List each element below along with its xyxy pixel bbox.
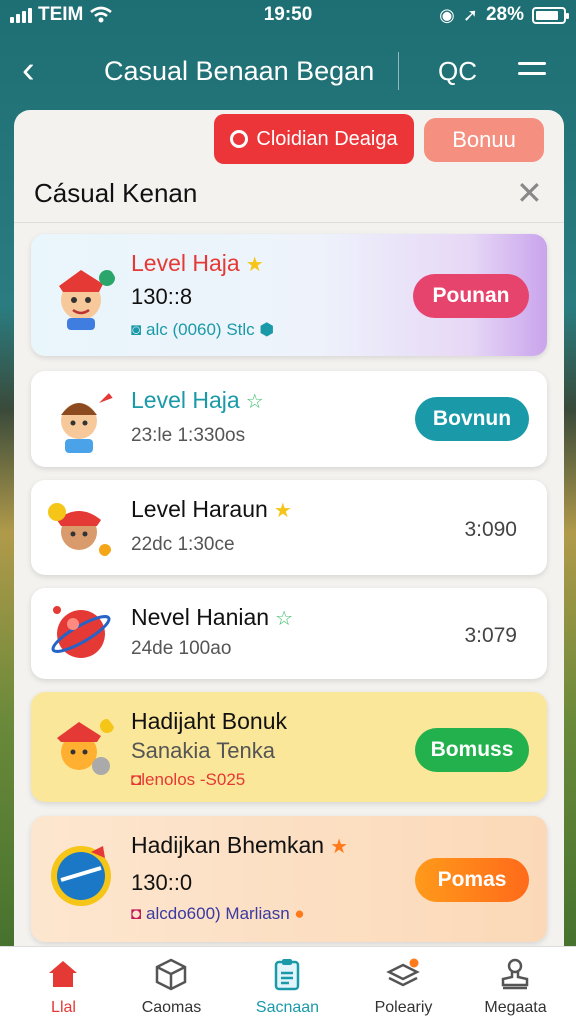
- menu-icon[interactable]: [518, 62, 546, 82]
- clipboard-icon: [274, 959, 300, 991]
- card-title: Level Haja ★: [131, 250, 264, 276]
- list-item[interactable]: Level Haja ★ 130::8 ◙ alc (0060) Stlc ⬢ P…: [31, 234, 547, 356]
- battery-icon: [532, 6, 569, 24]
- pomas-button[interactable]: Pomas: [415, 858, 529, 902]
- star-icon: ☆: [245, 391, 264, 413]
- bovnun-button[interactable]: Bovnun: [415, 397, 529, 441]
- coin-icon: ●: [294, 904, 305, 923]
- character-avatar-icon: [61, 391, 115, 453]
- tab-label: Sacnaan: [255, 999, 320, 1016]
- card-subtitle: 130::8: [131, 284, 193, 309]
- ball-icon: [51, 606, 111, 658]
- tab-home[interactable]: Llal: [6, 947, 121, 1024]
- sheet-title: Cásual Kenan: [34, 178, 198, 208]
- star-icon: ★: [245, 254, 264, 276]
- card-value: 3:079: [464, 624, 517, 647]
- star-icon: ★: [330, 836, 348, 858]
- battery-percent: 28%: [485, 4, 524, 25]
- character-avatar-icon: [48, 503, 111, 556]
- card-subtitle: 22dc 1:30ce: [131, 534, 235, 555]
- card-meta: ◙ alc (0060) Stlc ⬢: [131, 320, 275, 339]
- list-item[interactable]: Level Haraun ★ 22dc 1:30ce 3:090: [31, 480, 547, 575]
- tab-poleariy[interactable]: Poleariy: [346, 947, 461, 1024]
- character-avatar-icon: [59, 270, 115, 330]
- tab-label: Caomas: [141, 999, 202, 1016]
- nav-divider: [398, 52, 399, 90]
- bonus-tab-button[interactable]: Bonuu: [424, 118, 544, 162]
- tab-label: Poleariy: [374, 999, 433, 1016]
- alarm-icon: ◉: [439, 4, 455, 25]
- stamp-icon: [501, 958, 529, 990]
- qc-button[interactable]: QC: [438, 56, 477, 87]
- nav-bar: ‹ Casual Benaan Began QC: [0, 40, 576, 104]
- status-bar: TEIM 19:50 ◉ ➚ 28%: [0, 0, 576, 32]
- card-title: Hadijkan Bhemkan ★: [131, 832, 348, 858]
- list-item[interactable]: Hadijkan Bhemkan ★ 130::0 ◘ alcdo600) Mar…: [31, 816, 547, 942]
- list-item[interactable]: Level Haja ☆ 23:le 1:330os Bovnun: [31, 371, 547, 467]
- card-meta: ◘ alcdo600) Marliasn ●: [131, 904, 305, 923]
- card-title: Nevel Hanian ☆: [131, 604, 294, 630]
- card-subtitle: 23:le 1:330os: [131, 425, 246, 446]
- tab-label: Llal: [51, 999, 76, 1016]
- status-right: ◉ ➚ 28%: [439, 4, 569, 26]
- pounan-button[interactable]: Pounan: [413, 274, 529, 318]
- card-title: Hadijaht Bonuk: [131, 708, 287, 734]
- card-value: 3:090: [464, 518, 517, 541]
- card-meta: ◘lenolos -S025: [131, 770, 246, 789]
- location-icon: ➚: [462, 4, 478, 25]
- tab-caomas[interactable]: Caomas: [114, 947, 229, 1024]
- tab-bar: Llal Caomas Sacnaan Poleariy Megaata: [0, 946, 576, 1024]
- list-item[interactable]: Nevel Hanian ☆ 24de 100ao 3:079: [31, 588, 547, 679]
- bomuss-button[interactable]: Bomuss: [415, 728, 529, 772]
- layers-icon: [386, 958, 420, 987]
- tab-megaata[interactable]: Megaata: [458, 947, 573, 1024]
- gem-icon: ⬢: [259, 320, 275, 339]
- tab-label: Megaata: [484, 999, 547, 1016]
- tag-icon: ◘: [131, 770, 142, 789]
- star-icon: ★: [273, 500, 292, 522]
- card-title: Level Haraun ★: [131, 496, 292, 522]
- sheet-divider: [14, 222, 564, 223]
- badge-icon: [51, 846, 111, 906]
- card-subtitle: Sanakia Tenka: [131, 738, 275, 763]
- card-title: Level Haja ☆: [131, 387, 264, 413]
- card-subtitle: 24de 100ao: [131, 638, 232, 659]
- tab-sacnaan[interactable]: Sacnaan: [230, 947, 345, 1024]
- tag-icon: ◘: [131, 904, 142, 923]
- card-subtitle: 130::0: [131, 870, 193, 895]
- character-avatar-icon: [57, 719, 114, 775]
- red-action-label: Cloidian Deaiga: [256, 127, 398, 150]
- red-action-button[interactable]: Cloidian Deaiga: [214, 114, 414, 164]
- target-icon: [230, 130, 249, 148]
- box-icon: [155, 958, 187, 991]
- home-icon: [49, 961, 77, 987]
- page-title: Casual Benaan Began: [104, 56, 375, 86]
- back-button[interactable]: ‹: [22, 50, 35, 90]
- list-item[interactable]: Hadijaht Bonuk Sanakia Tenka ◘lenolos -S…: [31, 692, 547, 802]
- star-icon: ☆: [275, 608, 294, 630]
- close-icon[interactable]: ✕: [516, 174, 543, 212]
